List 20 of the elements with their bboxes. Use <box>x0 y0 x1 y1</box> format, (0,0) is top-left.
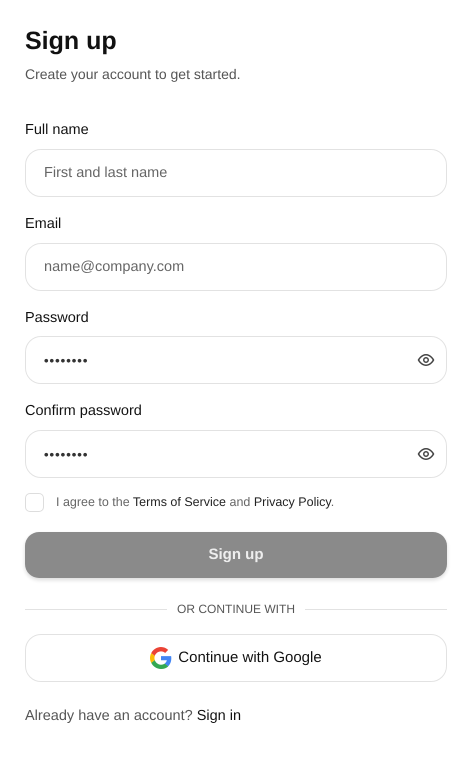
terms-link[interactable]: Terms of Service <box>132 495 226 510</box>
eye-icon[interactable] <box>417 445 435 463</box>
checkbox[interactable] <box>25 493 44 512</box>
google-button[interactable]: Continue with Google <box>25 634 447 682</box>
field-label: Full name <box>25 121 89 140</box>
subtitle: Create your account to get started. <box>25 65 242 84</box>
terms-link[interactable]: Privacy Policy <box>254 495 331 510</box>
footer-text: Already have an account? <box>25 708 193 724</box>
agreement-text: I agree to the Terms of Service and Privacy Policy. <box>56 494 334 512</box>
divider-text: OR CONTINUE WITH <box>176 601 296 618</box>
input-field[interactable]: First and last name <box>25 148 447 197</box>
field-label: Confirm password <box>25 402 142 422</box>
password-field[interactable]: •••••••• <box>25 336 447 384</box>
field-label: Email <box>25 214 62 234</box>
field-label: Password <box>25 308 89 328</box>
password-field[interactable]: •••••••• <box>25 430 447 478</box>
google-logo-icon <box>150 647 172 669</box>
sign-in-link[interactable]: Sign in <box>196 708 242 724</box>
input-field[interactable]: name@company.com <box>25 242 447 290</box>
page-title: Sign up <box>25 26 118 56</box>
